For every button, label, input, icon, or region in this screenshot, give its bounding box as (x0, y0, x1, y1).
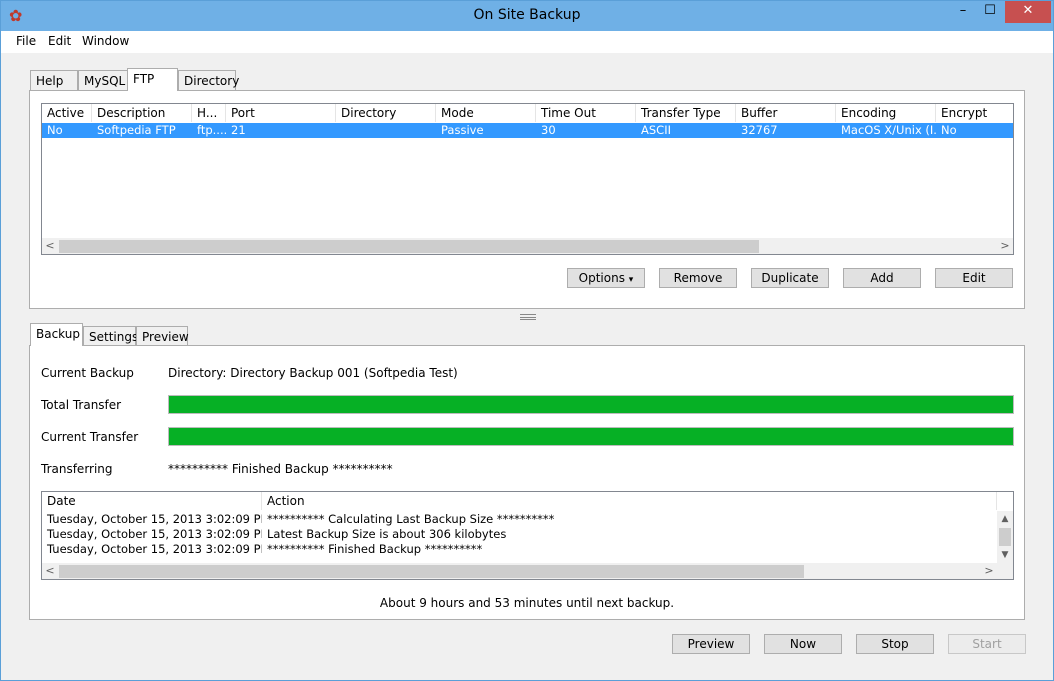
log-action: ********** Finished Backup ********** (267, 542, 483, 556)
tab-backup[interactable]: Backup (30, 323, 83, 346)
total-transfer-fill (169, 396, 1013, 413)
backup-panel: Current Backup Directory: Directory Back… (29, 345, 1025, 620)
log-row[interactable]: Tuesday, October 15, 2013 3:02:09 PM Lat… (42, 527, 997, 542)
tab-help[interactable]: Help (30, 70, 78, 90)
log-row[interactable]: Tuesday, October 15, 2013 3:02:09 PM ***… (42, 542, 997, 557)
cell-description: Softpedia FTP (97, 123, 176, 137)
window-title: On Site Backup (473, 7, 581, 23)
close-button[interactable]: ✕ (1005, 1, 1051, 23)
menu-file[interactable]: File (16, 34, 36, 48)
col-header-mode[interactable]: Mode (436, 104, 536, 122)
log-date: Tuesday, October 15, 2013 3:02:09 PM (47, 527, 262, 541)
menu-edit[interactable]: Edit (48, 34, 71, 48)
scroll-left-icon[interactable]: < (42, 238, 58, 254)
ftp-table[interactable]: Active Description H... Port Directory M… (41, 103, 1014, 255)
remove-button[interactable]: Remove (659, 268, 737, 288)
col-header-transfer-type[interactable]: Transfer Type (636, 104, 736, 122)
cell-encrypt: No (941, 123, 957, 137)
dropdown-arrow-icon: ▾ (628, 275, 634, 285)
cell-buffer: 32767 (741, 123, 778, 137)
title-bar[interactable]: ✿ On Site Backup – ☐ ✕ (1, 1, 1053, 31)
minimize-button[interactable]: – (949, 1, 977, 23)
log-date: Tuesday, October 15, 2013 3:02:09 PM (47, 512, 262, 526)
cell-host: ftp.... (197, 123, 226, 137)
scroll-thumb[interactable] (59, 240, 759, 253)
tab-mysql[interactable]: MySQL (78, 70, 128, 90)
log-date: Tuesday, October 15, 2013 3:02:09 PM (47, 542, 262, 556)
add-button[interactable]: Add (843, 268, 921, 288)
scroll-right-icon[interactable]: > (981, 563, 997, 579)
col-header-active[interactable]: Active (42, 104, 92, 122)
col-header-buffer[interactable]: Buffer (736, 104, 836, 122)
current-backup-value: Directory: Directory Backup 001 (Softped… (168, 366, 458, 380)
options-label: Options (578, 271, 625, 285)
transferring-value: ********** Finished Backup ********** (168, 462, 393, 476)
cell-active: No (47, 123, 63, 137)
scroll-left-icon[interactable]: < (42, 563, 58, 579)
log-action: ********** Calculating Last Backup Size … (267, 512, 555, 526)
splitter-handle[interactable] (520, 314, 536, 320)
menu-window[interactable]: Window (82, 34, 129, 48)
tab-preview[interactable]: Preview (136, 326, 189, 346)
current-transfer-progress (168, 427, 1014, 446)
total-transfer-label: Total Transfer (41, 398, 122, 412)
next-backup-status: About 9 hours and 53 minutes until next … (379, 596, 675, 610)
col-header-date[interactable]: Date (42, 492, 262, 510)
log-table[interactable]: Date Action Tuesday, October 15, 2013 3:… (41, 491, 1014, 580)
cell-encoding: MacOS X/Unix (I... (841, 123, 936, 137)
ftp-panel: Active Description H... Port Directory M… (29, 90, 1025, 309)
col-header-encrypt[interactable]: Encrypt (936, 104, 1013, 122)
log-row[interactable]: Tuesday, October 15, 2013 3:02:09 PM ***… (42, 512, 997, 527)
total-transfer-progress (168, 395, 1014, 414)
cell-directory (336, 123, 436, 138)
duplicate-button[interactable]: Duplicate (751, 268, 829, 288)
options-button[interactable]: Options ▾ (567, 268, 645, 288)
col-header-port[interactable]: Port (226, 104, 336, 122)
table-row[interactable]: No Softpedia FTP ftp.... 21 Passive 30 A… (42, 123, 1013, 138)
cell-mode: Passive (441, 123, 484, 137)
tab-settings[interactable]: Settings (83, 326, 138, 346)
preview-button[interactable]: Preview (672, 634, 750, 654)
col-header-action[interactable]: Action (262, 492, 997, 510)
ftp-table-hscrollbar[interactable]: < > (42, 238, 1013, 254)
scroll-thumb[interactable] (59, 565, 804, 578)
maximize-button[interactable]: ☐ (977, 1, 1003, 23)
log-table-vscrollbar[interactable]: ▲ ▼ (997, 511, 1013, 563)
scroll-down-icon[interactable]: ▼ (997, 547, 1013, 563)
scroll-up-icon[interactable]: ▲ (997, 511, 1013, 527)
col-header-directory[interactable]: Directory (336, 104, 436, 122)
current-backup-label: Current Backup (41, 366, 134, 380)
cell-time-out: 30 (541, 123, 556, 137)
scroll-thumb[interactable] (999, 528, 1011, 546)
current-transfer-fill (169, 428, 1013, 445)
transferring-label: Transferring (41, 462, 113, 476)
col-header-host[interactable]: H... (192, 104, 226, 122)
cell-port: 21 (231, 123, 246, 137)
edit-button[interactable]: Edit (935, 268, 1013, 288)
current-transfer-label: Current Transfer (41, 430, 139, 444)
now-button[interactable]: Now (764, 634, 842, 654)
app-window: ✿ On Site Backup – ☐ ✕ File Edit Window … (0, 0, 1054, 681)
scroll-right-icon[interactable]: > (997, 238, 1013, 254)
cell-transfer-type: ASCII (641, 123, 671, 137)
menu-bar: File Edit Window (1, 31, 1053, 53)
tab-directory[interactable]: Directory (178, 70, 239, 90)
start-button[interactable]: Start (948, 634, 1026, 654)
log-action: Latest Backup Size is about 306 kilobyte… (267, 527, 507, 541)
col-header-encoding[interactable]: Encoding (836, 104, 936, 122)
col-header-time-out[interactable]: Time Out (536, 104, 636, 122)
col-header-description[interactable]: Description (92, 104, 192, 122)
stop-button[interactable]: Stop (856, 634, 934, 654)
tab-ftp[interactable]: FTP (127, 68, 178, 91)
log-table-hscrollbar[interactable]: < > (42, 563, 1013, 579)
